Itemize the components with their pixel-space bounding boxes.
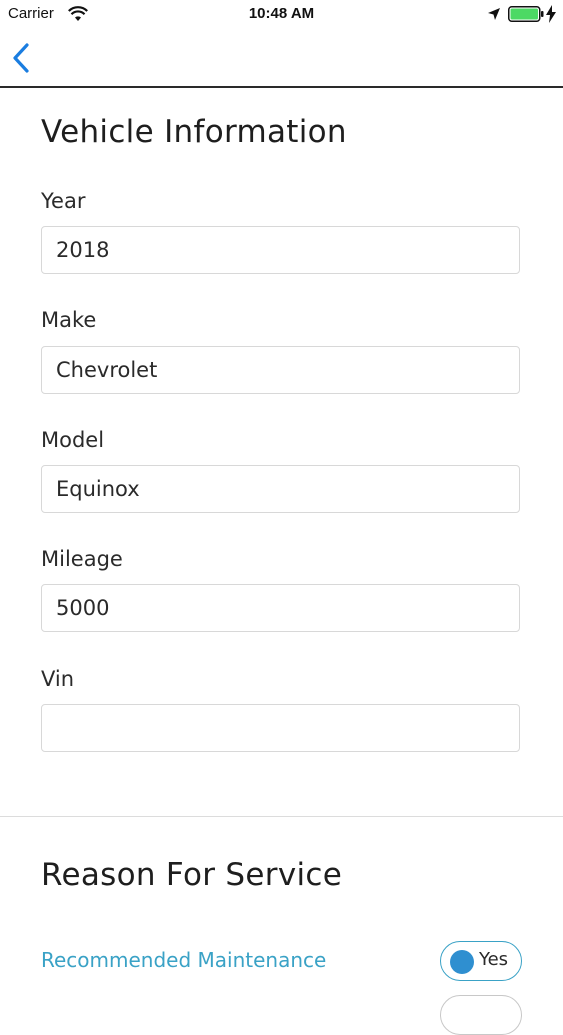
model-label: Model xyxy=(41,428,105,452)
year-field[interactable]: 2018 xyxy=(41,226,520,274)
recommended-maintenance-toggle[interactable]: Yes xyxy=(440,941,522,981)
toggle-yes-label: Yes xyxy=(479,949,509,970)
mileage-label: Mileage xyxy=(41,547,123,571)
make-field[interactable]: Chevrolet xyxy=(41,346,520,394)
section-divider xyxy=(0,816,563,817)
charging-bolt-icon xyxy=(546,5,556,23)
location-arrow-icon xyxy=(488,8,500,20)
toggle-knob xyxy=(450,950,474,974)
year-label: Year xyxy=(41,189,86,213)
next-service-toggle[interactable] xyxy=(440,995,522,1035)
status-time: 10:48 AM xyxy=(248,5,315,22)
make-label: Make xyxy=(41,308,97,332)
reason-for-service-title: Reason For Service xyxy=(41,857,343,893)
back-button[interactable] xyxy=(6,38,38,78)
vehicle-info-title: Vehicle Information xyxy=(41,114,347,150)
status-bar: Carrier 10:48 AM xyxy=(0,0,563,30)
mileage-field[interactable]: 5000 xyxy=(41,584,520,632)
vin-field[interactable] xyxy=(41,704,520,752)
nav-bar xyxy=(0,30,563,88)
battery-icon xyxy=(508,6,544,22)
recommended-maintenance-label: Recommended Maintenance xyxy=(41,948,327,972)
vin-label: Vin xyxy=(41,667,75,691)
model-field[interactable]: Equinox xyxy=(41,465,520,513)
chevron-left-icon xyxy=(13,43,29,73)
